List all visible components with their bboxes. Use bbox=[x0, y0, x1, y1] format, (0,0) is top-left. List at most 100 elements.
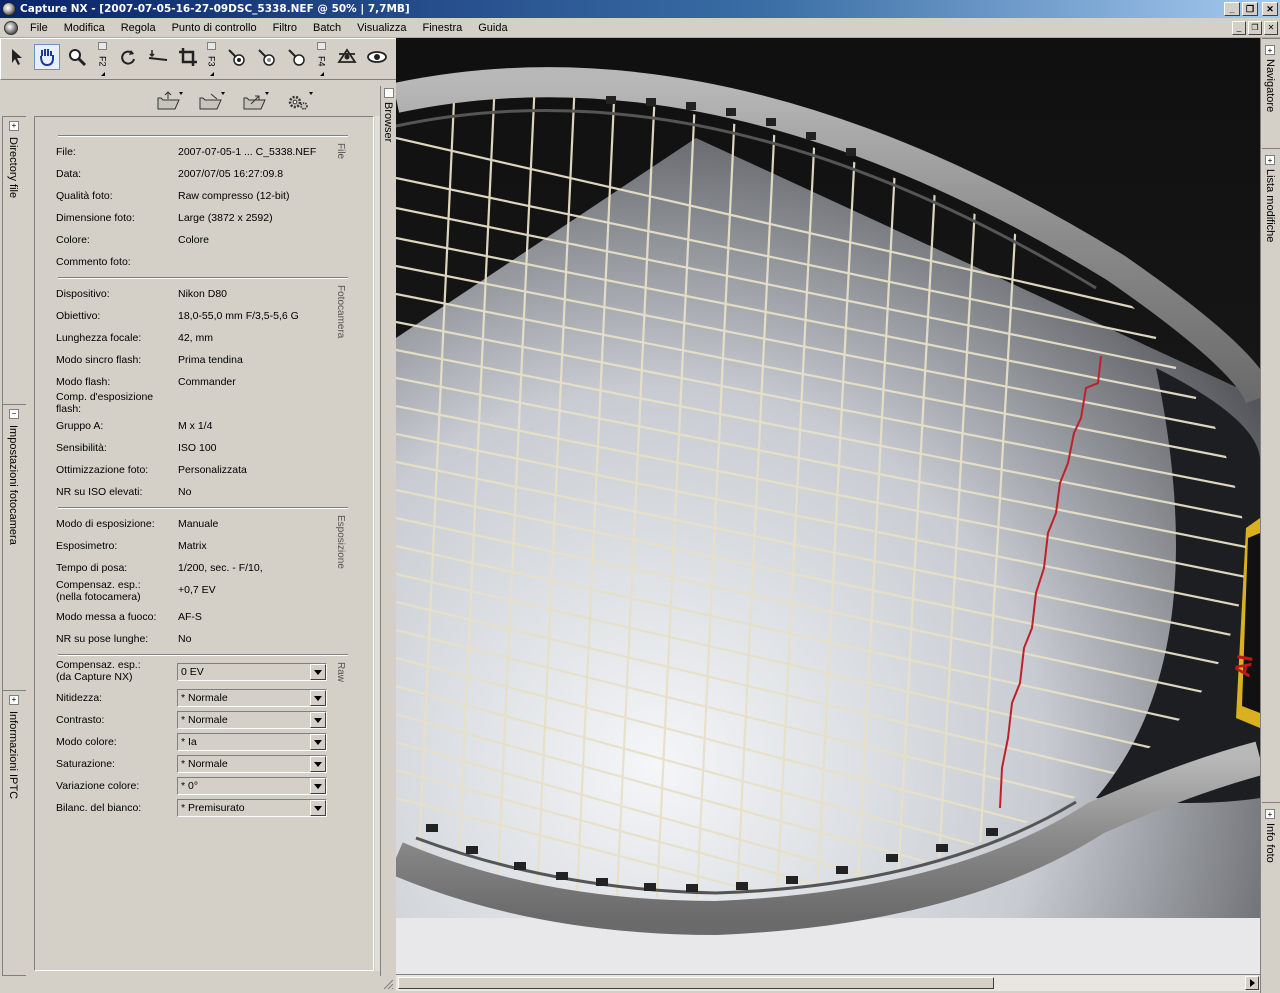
exposure-compensation-select[interactable]: 0 EV bbox=[177, 663, 327, 681]
settings-gear-icon[interactable] bbox=[285, 90, 315, 112]
scroll-right-arrow-icon[interactable] bbox=[1245, 976, 1259, 990]
arrow-tool-icon[interactable] bbox=[5, 44, 31, 70]
menu-modifica[interactable]: Modifica bbox=[58, 22, 111, 34]
panel-toolbar bbox=[29, 86, 380, 114]
raw-row: Compensaz. esp.: (da Capture NX) 0 EV bbox=[56, 659, 356, 685]
info-row: Modo sincro flash: Prima tendina bbox=[56, 354, 243, 366]
expand-icon[interactable]: + bbox=[1265, 155, 1275, 165]
tab-directory-file[interactable]: + Directory file bbox=[2, 116, 26, 406]
canvas-horizontal-scrollbar[interactable] bbox=[396, 974, 1260, 991]
tab-impostazioni-fotocamera[interactable]: − Impostazioni fotocamera bbox=[2, 404, 26, 694]
info-row: Lunghezza focale: 42, mm bbox=[56, 332, 214, 344]
info-row: Modo flash: Commander bbox=[56, 376, 236, 388]
menu-punto-di-controllo[interactable]: Punto di controllo bbox=[166, 22, 263, 34]
control-point-black-icon[interactable] bbox=[223, 44, 249, 70]
raw-row: Saturazione: * Normale bbox=[56, 753, 356, 775]
chevron-down-icon[interactable] bbox=[310, 800, 326, 816]
contrast-select[interactable]: * Normale bbox=[177, 711, 327, 729]
chevron-down-icon[interactable] bbox=[310, 778, 326, 794]
info-row: NR su ISO elevati: No bbox=[56, 486, 192, 498]
raw-row: Bilanc. del bianco: * Premisurato bbox=[56, 797, 356, 819]
expand-icon[interactable]: + bbox=[9, 695, 19, 705]
menu-filtro[interactable]: Filtro bbox=[267, 22, 303, 34]
maximize-button[interactable]: ❐ bbox=[1242, 2, 1258, 16]
raw-row: Contrasto: * Normale bbox=[56, 709, 356, 731]
control-point-neutral-icon[interactable] bbox=[253, 44, 279, 70]
info-row: Dispositivo: Nikon D80 bbox=[56, 288, 228, 300]
minimize-button[interactable]: _ bbox=[1224, 2, 1240, 16]
expand-icon[interactable]: + bbox=[1265, 45, 1275, 55]
doc-close-button[interactable]: ✕ bbox=[1264, 20, 1278, 35]
red-eye-tool-icon[interactable] bbox=[334, 44, 360, 70]
doc-restore-button[interactable]: ❐ bbox=[1248, 20, 1262, 35]
right-tab-strip: + Navigatore + Lista modifiche + Info fo… bbox=[1260, 38, 1280, 993]
open-folder-icon[interactable] bbox=[155, 90, 185, 112]
chevron-down-icon[interactable] bbox=[310, 712, 326, 728]
tab-browser[interactable]: Browser bbox=[380, 86, 396, 990]
chevron-down-icon[interactable] bbox=[310, 734, 326, 750]
expand-icon[interactable]: + bbox=[9, 121, 19, 131]
sharpness-select[interactable]: * Normale bbox=[177, 689, 327, 707]
close-button[interactable]: ✕ bbox=[1262, 2, 1278, 16]
info-row: Sensibilità: ISO 100 bbox=[56, 442, 217, 454]
info-row: Modo di esposizione: Manuale bbox=[56, 518, 219, 530]
chevron-down-icon[interactable] bbox=[310, 664, 326, 680]
image-canvas[interactable]: AI bbox=[396, 38, 1260, 974]
expand-icon[interactable]: + bbox=[1265, 809, 1275, 819]
control-point-white-icon[interactable] bbox=[283, 44, 309, 70]
info-row: Commento foto: bbox=[56, 256, 131, 268]
camera-settings-panel: File File: 2007-07-05-1 ... C_5338.NEF Da… bbox=[29, 86, 380, 976]
racket-photo: AI bbox=[396, 38, 1260, 974]
tab-lista-modifiche[interactable]: + Lista modifiche bbox=[1262, 148, 1280, 448]
menu-finestra[interactable]: Finestra bbox=[416, 22, 468, 34]
info-row: Modo messa a fuoco: AF-S bbox=[56, 611, 202, 623]
saturation-select[interactable]: * Normale bbox=[177, 755, 327, 773]
document-icon[interactable] bbox=[4, 20, 18, 35]
hue-adjustment-select[interactable]: * 0° bbox=[177, 777, 327, 795]
straighten-tool-icon[interactable] bbox=[145, 44, 171, 70]
collapse-icon[interactable]: − bbox=[9, 409, 19, 419]
title-bar: Capture NX - [2007-07-05-16-27-09DSC_533… bbox=[0, 0, 1280, 18]
doc-minimize-button[interactable]: _ bbox=[1232, 20, 1246, 35]
chevron-down-icon[interactable] bbox=[310, 690, 326, 706]
raw-row: Modo colore: * Ia bbox=[56, 731, 356, 753]
hand-tool-icon[interactable] bbox=[34, 44, 60, 70]
color-mode-select[interactable]: * Ia bbox=[177, 733, 327, 751]
white-balance-select[interactable]: * Premisurato bbox=[177, 799, 327, 817]
expand-icon[interactable] bbox=[384, 88, 394, 98]
chevron-down-icon[interactable] bbox=[310, 756, 326, 772]
info-row: NR su pose lunghe: No bbox=[56, 633, 192, 645]
left-tab-strip: + Directory file − Impostazioni fotocame… bbox=[0, 86, 29, 976]
menu-bar: File Modifica Regola Punto di controllo … bbox=[0, 18, 1280, 38]
resize-grip-icon[interactable] bbox=[382, 978, 394, 990]
info-row: Gruppo A: M x 1/4 bbox=[56, 420, 213, 432]
fkey-f3[interactable]: F3 bbox=[206, 42, 217, 76]
raw-row: Variazione colore: * 0° bbox=[56, 775, 356, 797]
fkey-f2[interactable]: F2 bbox=[97, 42, 108, 76]
svg-text:AI: AI bbox=[1229, 653, 1257, 679]
crop-tool-icon[interactable] bbox=[175, 44, 201, 70]
export-folder-icon[interactable] bbox=[241, 90, 271, 112]
info-row: Ottimizzazione foto: Personalizzata bbox=[56, 464, 247, 476]
menu-visualizza[interactable]: Visualizza bbox=[351, 22, 412, 34]
scrollbar-thumb[interactable] bbox=[398, 977, 994, 989]
menu-file[interactable]: File bbox=[24, 22, 54, 34]
menu-batch[interactable]: Batch bbox=[307, 22, 347, 34]
app-icon[interactable] bbox=[2, 2, 16, 16]
raw-row: Nitidezza: * Normale bbox=[56, 687, 356, 709]
info-row: Dimensione foto: Large (3872 x 2592) bbox=[56, 212, 273, 224]
tab-informazioni-iptc[interactable]: + Informazioni IPTC bbox=[2, 690, 26, 976]
info-row: Esposimetro: Matrix bbox=[56, 540, 207, 552]
zoom-tool-icon[interactable] bbox=[64, 44, 90, 70]
menu-guida[interactable]: Guida bbox=[472, 22, 513, 34]
fkey-f4[interactable]: F4 bbox=[316, 42, 327, 76]
info-row: Comp. d'esposizione flash: bbox=[56, 391, 154, 415]
tab-navigatore[interactable]: + Navigatore bbox=[1262, 38, 1280, 138]
menu-regola[interactable]: Regola bbox=[115, 22, 162, 34]
rotate-tool-icon[interactable] bbox=[115, 44, 141, 70]
eye-tool-icon[interactable] bbox=[364, 44, 390, 70]
info-row: Tempo di posa: 1/200, sec. - F/10, bbox=[56, 562, 263, 574]
info-row: Data: 2007/07/05 16:27:09.8 bbox=[56, 168, 284, 180]
save-folder-icon[interactable] bbox=[197, 90, 227, 112]
tab-info-foto[interactable]: + Info foto bbox=[1262, 802, 1280, 922]
